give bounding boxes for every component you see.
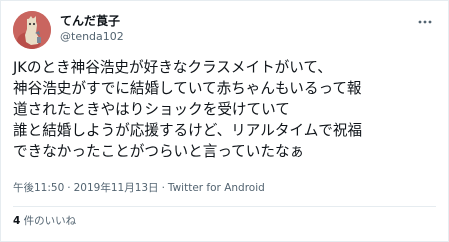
- meta-separator: ·: [161, 182, 165, 194]
- author-names: てんだ莨子 @tenda102: [60, 13, 124, 44]
- avatar[interactable]: [13, 11, 51, 49]
- tweet-text-line: 神谷浩史がすでに結婚していて赤ちゃんもいるって報: [13, 80, 362, 97]
- tweet-source[interactable]: Twitter for Android: [168, 182, 265, 194]
- tweet-text: JKのとき神谷浩史が好きなクラスメイトがいて、 神谷浩史がすでに結婚していて赤ち…: [13, 57, 443, 162]
- tweet-text-line: JKのとき神谷浩史が好きなクラスメイトがいて、: [13, 59, 332, 76]
- likes-label: 件のいいね: [20, 215, 77, 227]
- tweet-header: てんだ莨子 @tenda102: [13, 11, 440, 49]
- tweet-time[interactable]: 午後11:50: [13, 182, 64, 194]
- avatar-illustration-icon: [13, 11, 51, 49]
- more-options-button[interactable]: [414, 11, 436, 33]
- tweet-card: てんだ莨子 @tenda102 JKのとき神谷浩史が好きなクラスメイトがいて、 …: [0, 0, 449, 242]
- tweet-text-line: 誰と結婚しようが応援するけど、リアルタイムで祝福: [13, 122, 363, 139]
- meta-separator: ·: [67, 182, 71, 194]
- tweet-text-line: 道されたときやはりショックを受けていて: [13, 101, 290, 118]
- author-handle[interactable]: @tenda102: [60, 29, 124, 44]
- tweet-date[interactable]: 2019年11月13日: [74, 182, 159, 194]
- author-display-name[interactable]: てんだ莨子: [60, 13, 124, 29]
- divider: [13, 206, 436, 207]
- tweet-meta: 午後11:50 · 2019年11月13日 · Twitter for Android: [13, 181, 265, 195]
- more-options-icon: [418, 20, 432, 24]
- tweet-text-line: できなかったことがつらいと言っていたなぁ: [13, 143, 305, 160]
- likes-link[interactable]: 4 件のいいね: [13, 214, 76, 228]
